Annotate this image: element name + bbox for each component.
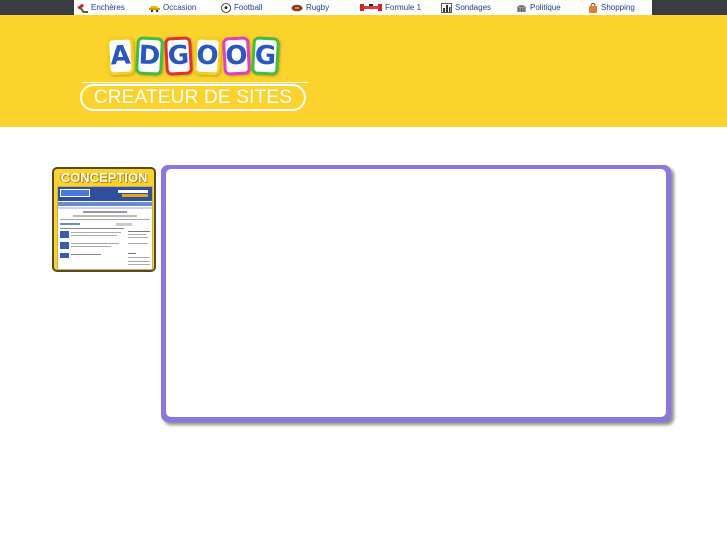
subtitle-divider — [82, 82, 308, 83]
nav-item-encheres[interactable]: Enchères — [77, 0, 125, 15]
nav-item-shopping[interactable]: Shopping — [588, 0, 635, 15]
conception-thumbnail[interactable]: CONCEPTION — [52, 167, 156, 272]
site-preview-image — [57, 186, 153, 270]
nav-label-sondages: Sondages — [455, 3, 492, 12]
nav-item-sondages[interactable]: Sondages — [441, 0, 491, 15]
logo-letter-tile: O — [222, 36, 251, 76]
nav-item-occasion[interactable]: Occasion — [149, 0, 196, 15]
nav-label-rugby: Rugby — [306, 3, 330, 12]
nav-label-encheres: Enchères — [91, 3, 125, 12]
nav-label-formule1: Formule 1 — [385, 3, 422, 12]
soccer-ball-icon — [221, 2, 231, 13]
top-nav-bar: Enchères Occasion Football Rugby Formule… — [0, 0, 727, 15]
bar-chart-icon — [441, 2, 452, 13]
f1-car-icon — [360, 3, 382, 12]
conception-title: CONCEPTION — [60, 170, 148, 185]
car-icon — [149, 3, 160, 13]
site-subtitle: CREATEUR DE SITES — [80, 84, 306, 111]
auction-icon — [77, 3, 88, 13]
nav-label-football: Football — [234, 3, 263, 12]
top-nav: Enchères Occasion Football Rugby Formule… — [74, 0, 652, 15]
logo-letter-tile: G — [164, 36, 193, 76]
nav-item-rugby[interactable]: Rugby — [291, 0, 329, 15]
logo-letter-tile: O — [193, 36, 222, 76]
nav-label-politique: Politique — [530, 3, 561, 12]
main-content-area — [166, 169, 666, 417]
parliament-icon — [516, 3, 527, 13]
logo-letter-tile: A — [106, 36, 135, 76]
logo-letter-tile: D — [135, 36, 164, 76]
site-header: ADGOOG CREATEUR DE SITES — [0, 15, 727, 127]
nav-item-formule1[interactable]: Formule 1 — [360, 0, 421, 15]
nav-label-shopping: Shopping — [601, 3, 635, 12]
main-content-frame — [161, 165, 671, 422]
nav-label-occasion: Occasion — [163, 3, 197, 12]
shopping-bag-icon — [588, 2, 598, 13]
logo-letter-tile: G — [251, 36, 280, 76]
nav-item-football[interactable]: Football — [221, 0, 262, 15]
rugby-ball-icon — [291, 4, 303, 12]
nav-item-politique[interactable]: Politique — [516, 0, 561, 15]
